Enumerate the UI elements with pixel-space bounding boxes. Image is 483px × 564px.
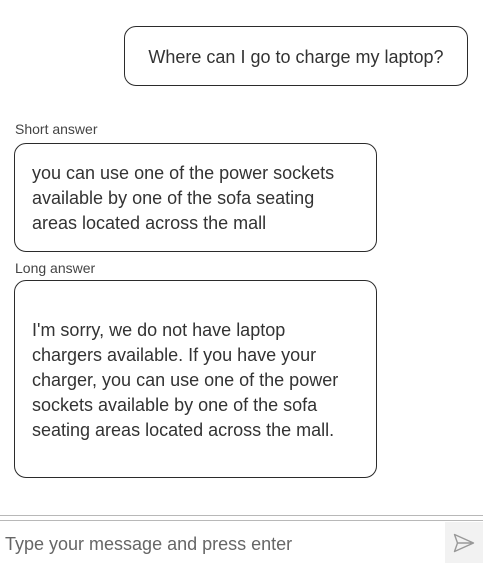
short-answer-line: areas located across the mall: [32, 213, 267, 233]
long-answer-line: chargers available. If you have your: [32, 345, 317, 365]
long-answer-line: charger, you can use one of the power: [32, 370, 339, 390]
send-icon: [453, 533, 475, 552]
short-answer-line: you can use one of the power sockets: [32, 163, 335, 183]
short-answer-line: available by one of the sofa seating: [32, 188, 315, 208]
user-message-bubble: Where can I go to charge my laptop?: [124, 26, 468, 86]
chat-window: Where can I go to charge my laptop? Shor…: [0, 0, 483, 564]
short-answer-label: Short answer: [15, 121, 98, 137]
composer-divider: [0, 515, 483, 516]
long-answer-line: sockets available by one of the sofa: [32, 395, 318, 415]
long-answer-bubble: I'm sorry, we do not have laptop charger…: [14, 280, 377, 478]
long-answer-line: seating areas located across the mall.: [32, 420, 335, 440]
long-answer-line: I'm sorry, we do not have laptop: [32, 320, 286, 340]
send-button[interactable]: [445, 522, 483, 563]
composer-divider: [0, 520, 483, 521]
short-answer-bubble: you can use one of the power sockets ava…: [14, 143, 377, 252]
message-input[interactable]: [0, 524, 440, 564]
long-answer-label: Long answer: [15, 260, 96, 276]
